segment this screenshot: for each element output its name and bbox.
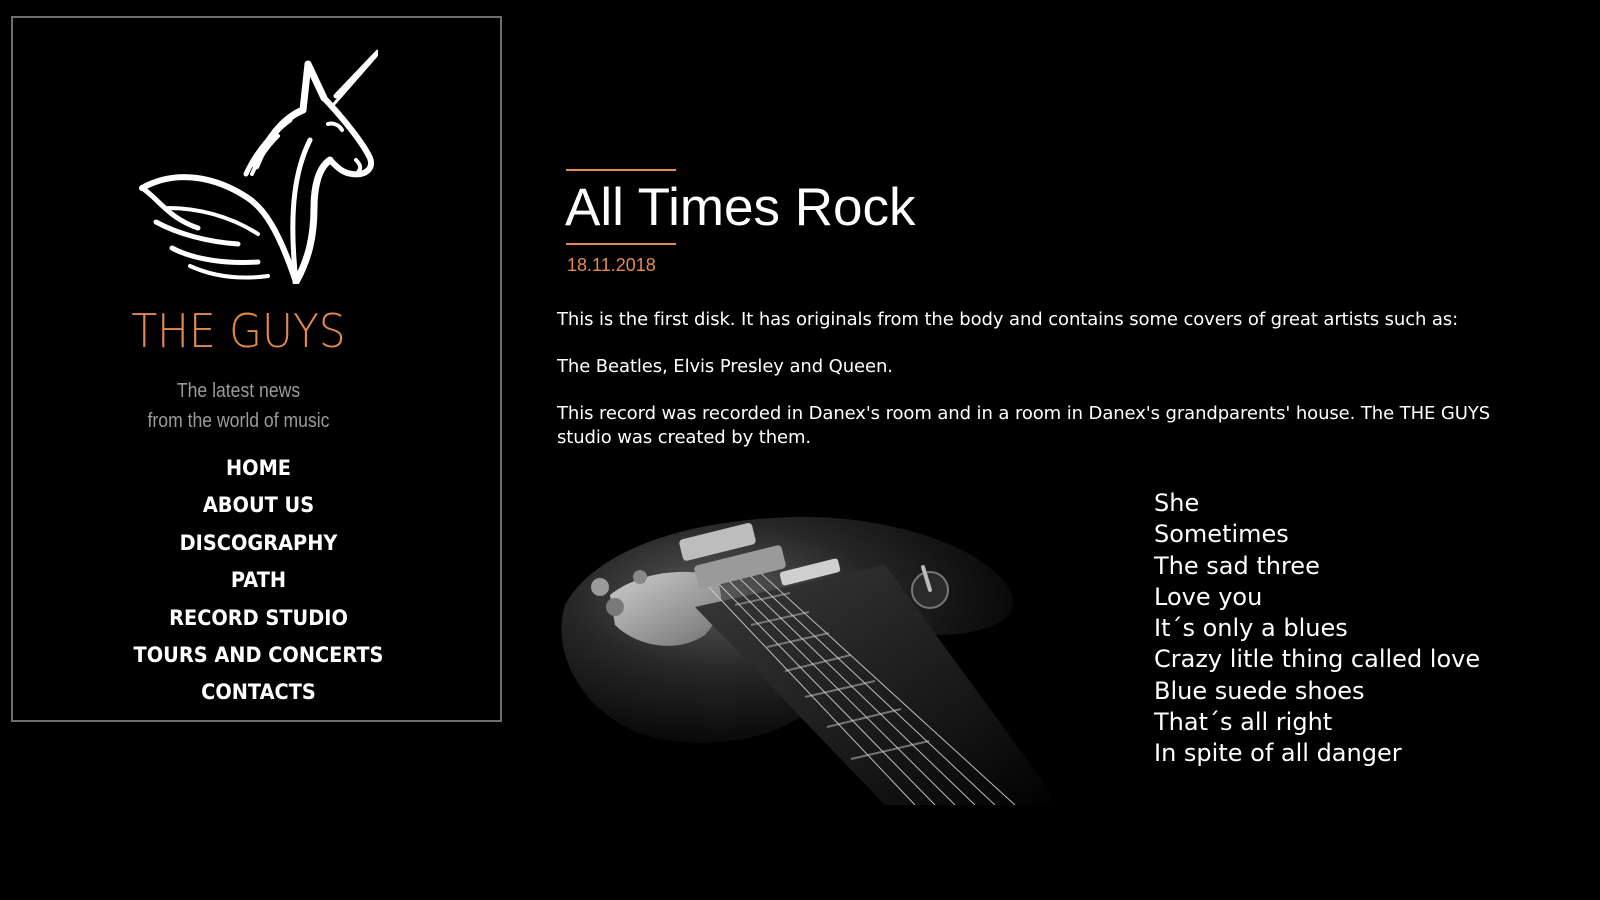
tagline-line-1: The latest news [176,380,301,402]
brand-name[interactable]: THE GUYS [13,304,465,358]
electric-guitar-image [555,495,1060,805]
track-item: Crazy litle thing called love [1154,645,1481,674]
nav-item-about-us[interactable]: ABOUT US [33,487,485,524]
nav-item-discography[interactable]: DISCOGRAPHY [33,525,485,562]
post-paragraph: This record was recorded in Danex's room… [557,403,1491,448]
track-item: Sometimes [1154,520,1289,549]
tagline: The latest news from the world of music [22,376,454,436]
track-item: In spite of all danger [1154,739,1402,768]
post-date: 18.11.2018 [567,255,656,275]
tagline-line-2: from the world of music [147,410,330,432]
track-item: Blue suede shoes [1154,676,1365,705]
title-rule-top [566,169,676,171]
nav-item-record-studio[interactable]: RECORD STUDIO [33,600,485,637]
track-item: That´s all right [1154,708,1333,737]
title-rule-bottom [566,243,676,245]
track-item: The sad three [1154,551,1320,580]
main-nav: HOME ABOUT US DISCOGRAPHY PATH RECORD ST… [13,450,504,712]
nav-item-tours-and-concerts[interactable]: TOURS AND CONCERTS [33,637,485,674]
nav-item-contacts[interactable]: CONTACTS [33,674,485,711]
unicorn-logo-icon[interactable] [138,48,378,284]
sidebar: THE GUYS The latest news from the world … [11,16,502,722]
nav-item-home[interactable]: HOME [33,450,485,487]
post-paragraph: This is the first disk. It has originals… [557,309,1459,330]
track-item: She [1154,489,1200,517]
track-list: She Sometimes The sad three Love you It´… [1154,488,1480,770]
track-item: Love you [1154,582,1263,611]
post-title: All Times Rock [565,178,916,237]
nav-item-path[interactable]: PATH [33,562,485,599]
post-paragraph: The Beatles, Elvis Presley and Queen. [557,356,893,377]
track-item: It´s only a blues [1154,614,1348,643]
